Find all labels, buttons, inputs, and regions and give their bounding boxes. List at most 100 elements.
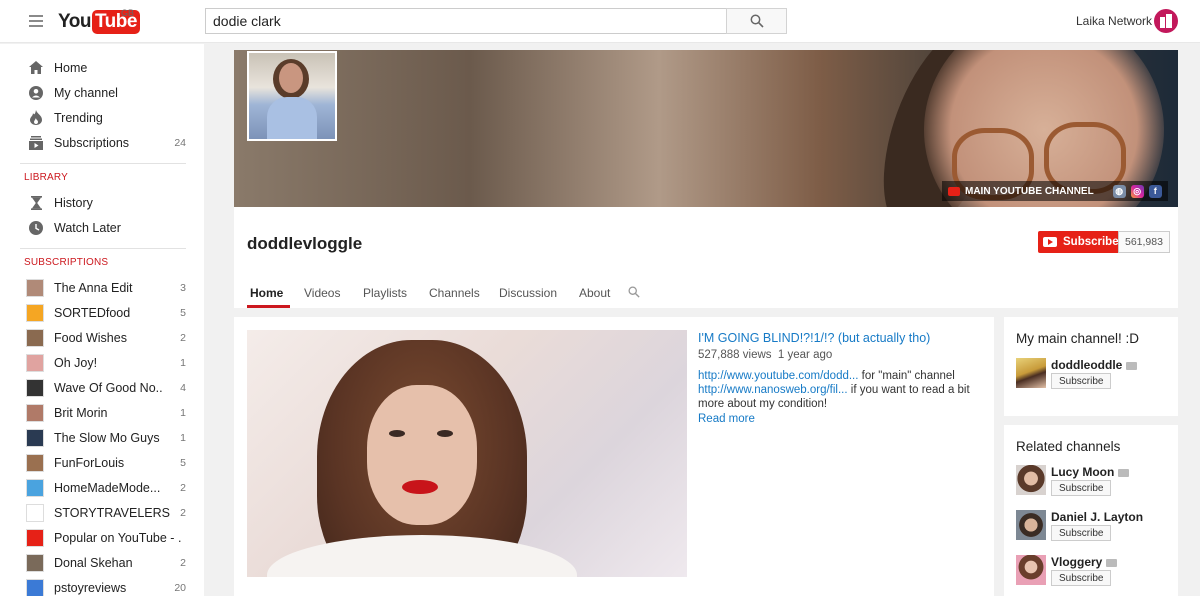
sidebar-subscription-item[interactable]: STORYTRAVELERS 2 — [20, 500, 186, 525]
read-more-link[interactable]: Read more — [698, 413, 755, 425]
account-avatar[interactable] — [1154, 9, 1178, 33]
sidebar-item-label: STORYTRAVELERS — [54, 505, 171, 520]
channel-thumbnail-icon — [26, 503, 44, 522]
sidebar-item-label: Wave Of Good No.. — [54, 380, 163, 395]
related-channels-card: Related channels Lucy Moon Subscribe Dan… — [1004, 425, 1178, 596]
sidebar-item-watch-later[interactable]: Watch Later — [20, 215, 186, 240]
new-videos-count: 5 — [180, 456, 186, 469]
sidebar-item-history[interactable]: History — [20, 190, 186, 215]
youtube-logo[interactable]: You Tube GB — [58, 8, 140, 35]
featured-video-meta: 527,888 views 1 year ago — [698, 349, 832, 361]
channel-thumbnail-icon — [26, 353, 44, 372]
featured-video-title[interactable]: I'M GOING BLIND!?!1/!? (but actually tho… — [698, 331, 930, 345]
channel-avatar[interactable] — [1016, 465, 1046, 495]
globe-icon[interactable]: ◍ — [1112, 184, 1126, 198]
video-age: 1 year ago — [777, 349, 833, 361]
subscriptions-section-title: SUBSCRIPTIONS — [24, 257, 109, 268]
new-videos-count: 1 — [180, 431, 186, 444]
channel-thumbnail-icon — [26, 303, 44, 322]
banner-links: MAIN YOUTUBE CHANNEL ◍ ◎ f — [942, 181, 1168, 201]
subscribe-button[interactable]: Subscribe — [1038, 231, 1127, 253]
sidebar-item-my-channel[interactable]: My channel — [20, 80, 186, 105]
subscribe-button[interactable]: Subscribe — [1051, 525, 1112, 541]
featured-video-description: http://www.youtube.com/dodd... for "main… — [698, 369, 983, 411]
sidebar-subscription-item[interactable]: Oh Joy! 1 — [20, 350, 186, 375]
sidebar-item-label: The Anna Edit — [54, 280, 133, 295]
tab-discussion[interactable]: Discussion — [486, 278, 566, 308]
new-videos-count: 3 — [180, 281, 186, 294]
facebook-icon[interactable]: f — [1148, 184, 1162, 198]
sidebar-subscription-item[interactable]: SORTEDfood 5 — [20, 300, 186, 325]
sidebar-subscription-item[interactable]: Donal Skehan 2 — [20, 550, 186, 575]
library-section-title: LIBRARY — [24, 172, 69, 183]
menu-icon[interactable] — [29, 15, 43, 27]
channel-name-text: Vloggery — [1051, 555, 1103, 569]
channel-avatar[interactable] — [1016, 358, 1046, 388]
subscribe-label: Subscribe — [1063, 236, 1119, 248]
main-channel-card: My main channel! :D doddleoddle Subscrib… — [1004, 317, 1178, 416]
channel-avatar[interactable] — [1016, 510, 1046, 540]
video-views: 527,888 views — [698, 349, 772, 361]
hourglass-icon — [28, 195, 44, 211]
sidebar-item-label: Trending — [54, 110, 103, 125]
related-channels-title: Related channels — [1016, 439, 1121, 454]
instagram-icon[interactable]: ◎ — [1130, 184, 1144, 198]
account-name[interactable]: Laika Network — [1076, 14, 1152, 28]
sidebar-subscription-item[interactable]: HomeMadeMode... 2 — [20, 475, 186, 500]
new-videos-count: 1 — [180, 406, 186, 419]
subscribe-button[interactable]: Subscribe — [1051, 373, 1112, 389]
sidebar-item-trending[interactable]: Trending — [20, 105, 186, 130]
subscriber-count: 561,983 — [1118, 231, 1170, 253]
sidebar-subscription-item[interactable]: FunForLouis 5 — [20, 450, 186, 475]
new-videos-count: 2 — [180, 506, 186, 519]
tab-about[interactable]: About — [566, 278, 620, 308]
subscribe-button[interactable]: Subscribe — [1051, 480, 1112, 496]
banner-main-channel-link[interactable]: MAIN YOUTUBE CHANNEL — [965, 186, 1094, 197]
description-link[interactable]: http://www.youtube.com/dodd... — [698, 370, 858, 382]
tab-channels[interactable]: Channels — [414, 278, 486, 308]
sidebar-subscription-item[interactable]: The Anna Edit 3 — [20, 275, 186, 300]
featured-video-panel: I'M GOING BLIND!?!1/!? (but actually tho… — [234, 317, 994, 596]
search-icon — [628, 286, 640, 298]
featured-video-thumbnail[interactable] — [247, 330, 687, 577]
sidebar-item-label: Watch Later — [54, 220, 121, 235]
sidebar-item-label: FunForLouis — [54, 455, 125, 470]
tab-home[interactable]: Home — [234, 278, 290, 308]
sidebar-item-label: History — [54, 195, 93, 210]
sidebar-subscription-item[interactable]: Brit Morin 1 — [20, 400, 186, 425]
search-input[interactable] — [206, 9, 727, 33]
sidebar-subscription-item[interactable]: Wave Of Good No.. 4 — [20, 375, 186, 400]
subscribe-button[interactable]: Subscribe — [1051, 570, 1112, 586]
channel-entry-name[interactable]: Lucy Moon — [1051, 465, 1130, 479]
channel-thumbnail-icon — [26, 528, 44, 547]
sidebar-item-label: The Slow Mo Guys — [54, 430, 160, 445]
tab-search[interactable] — [620, 278, 650, 308]
tab-label: Videos — [304, 286, 341, 300]
channel-avatar[interactable] — [247, 51, 337, 141]
sidebar-item-home[interactable]: Home — [20, 55, 186, 80]
sidebar-subscription-item[interactable]: pstoyreviews 20 — [20, 575, 186, 596]
channel-avatar[interactable] — [1016, 555, 1046, 585]
tab-videos[interactable]: Videos — [290, 278, 348, 308]
flame-icon — [28, 110, 44, 126]
channel-thumbnail-icon — [26, 278, 44, 297]
new-videos-count: 20 — [174, 581, 186, 594]
sidebar-subscription-item[interactable]: Food Wishes 2 — [20, 325, 186, 350]
channel-thumbnail-icon — [26, 578, 44, 596]
sidebar-item-label: pstoyreviews — [54, 580, 127, 595]
description-link[interactable]: http://www.nanosweb.org/fil... — [698, 384, 848, 396]
channel-name[interactable]: doddlevloggle — [247, 234, 362, 254]
new-videos-count: 5 — [180, 306, 186, 319]
sidebar-item-label: Subscriptions — [54, 135, 130, 150]
sidebar-subscription-item[interactable]: Popular on YouTube - ... — [20, 525, 186, 550]
search-button[interactable] — [726, 8, 787, 34]
tab-label: Home — [250, 286, 284, 300]
channel-entry-name[interactable]: Daniel J. Layton — [1051, 510, 1143, 524]
new-videos-count: 4 — [180, 381, 186, 394]
sidebar-item-subscriptions[interactable]: Subscriptions 24 — [20, 130, 186, 155]
channel-entry-name[interactable]: Vloggery — [1051, 555, 1118, 569]
tab-playlists[interactable]: Playlists — [348, 278, 414, 308]
tab-label: Playlists — [363, 286, 408, 300]
sidebar-subscription-item[interactable]: The Slow Mo Guys 1 — [20, 425, 186, 450]
channel-entry-name[interactable]: doddleoddle — [1051, 358, 1138, 372]
